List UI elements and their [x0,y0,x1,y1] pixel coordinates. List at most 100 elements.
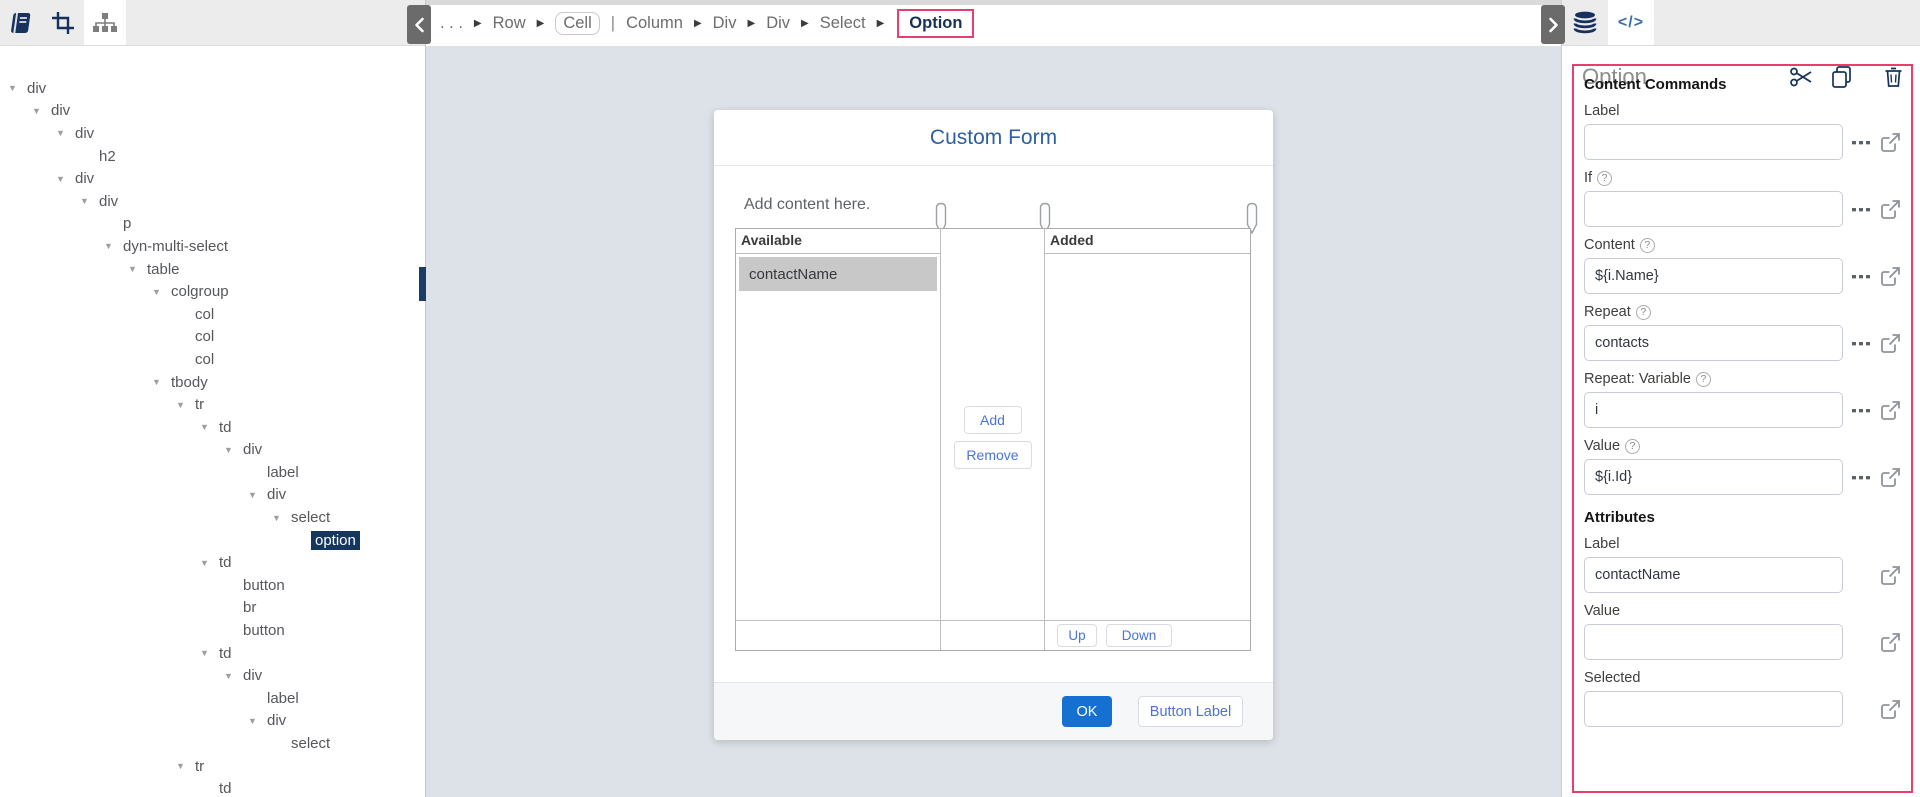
tree-node-div[interactable]: ▼div [0,710,425,733]
tree-node-button[interactable]: ▼button [0,574,425,597]
breadcrumb-item-column[interactable]: Column [626,14,683,33]
value-input[interactable] [1584,459,1843,495]
tree-node-div[interactable]: ▼div [0,122,425,145]
repeat-variable-input[interactable] [1584,392,1843,428]
tree-node-div[interactable]: ▼div [0,484,425,507]
tree-node-option[interactable]: ▼option [0,529,425,552]
tree-node-label[interactable]: ▼label [0,687,425,710]
expand-arrow-icon[interactable]: ▼ [200,422,215,432]
external-link-icon[interactable] [1880,565,1901,586]
tree-node-colgroup[interactable]: ▼colgroup [0,280,425,303]
expand-arrow-icon[interactable]: ▼ [272,513,287,523]
tree-node-table[interactable]: ▼table [0,258,425,281]
tree-node-div[interactable]: ▼div [0,100,425,123]
sitemap-icon[interactable] [84,0,126,45]
external-link-icon[interactable] [1880,400,1901,421]
tree-node-td[interactable]: ▼td [0,551,425,574]
if-input[interactable] [1584,191,1843,227]
crop-icon[interactable] [42,0,84,45]
expand-arrow-icon[interactable]: ▼ [248,716,263,726]
tree-node-button[interactable]: ▼button [0,619,425,642]
expand-arrow-icon[interactable]: ▼ [56,128,71,138]
breadcrumb-item-row[interactable]: Row [493,14,526,33]
tree-node-col[interactable]: ▼col [0,326,425,349]
external-link-icon[interactable] [1880,467,1901,488]
up-button[interactable]: Up [1057,624,1097,647]
expand-arrow-icon[interactable]: ▼ [176,761,191,771]
expand-arrow-icon[interactable]: ▼ [200,648,215,658]
book-icon[interactable] [0,0,42,45]
tree-node-tr[interactable]: ▼tr [0,755,425,778]
tree-node-div[interactable]: ▼div [0,77,425,100]
more-options-icon[interactable] [1852,475,1871,480]
label-input[interactable] [1584,124,1843,160]
tree-node-dyn-multi-select[interactable]: ▼dyn-multi-select [0,235,425,258]
breadcrumb-item-cell[interactable]: Cell [555,12,599,35]
breadcrumb-item-[interactable]: . . . [440,14,463,33]
tree-node-td[interactable]: ▼td [0,416,425,439]
expand-arrow-icon[interactable]: ▼ [32,106,47,116]
more-options-icon[interactable] [1852,341,1871,346]
more-options-icon[interactable] [1852,408,1871,413]
tree-node-div[interactable]: ▼div [0,439,425,462]
more-options-icon[interactable] [1852,207,1871,212]
expand-arrow-icon[interactable]: ▼ [104,241,119,251]
tree-scrollbar-thumb[interactable] [419,267,426,301]
remove-button[interactable]: Remove [954,441,1032,469]
tree-node-select[interactable]: ▼select [0,732,425,755]
breadcrumb-item-div[interactable]: Div [766,14,790,33]
repeat-input[interactable] [1584,325,1843,361]
label-input[interactable] [1584,557,1843,593]
external-link-icon[interactable] [1880,699,1901,720]
down-button[interactable]: Down [1106,624,1172,647]
tree-node-td[interactable]: ▼td [0,777,425,797]
expand-arrow-icon[interactable]: ▼ [224,445,239,455]
add-button[interactable]: Add [964,406,1022,434]
expand-arrow-icon[interactable]: ▼ [152,377,167,387]
help-icon[interactable]: ? [1696,372,1711,387]
tree-node-col[interactable]: ▼col [0,303,425,326]
chevron-right-icon[interactable] [1541,5,1565,44]
external-link-icon[interactable] [1880,132,1901,153]
help-icon[interactable]: ? [1597,171,1612,186]
expand-arrow-icon[interactable]: ▼ [248,490,263,500]
expand-arrow-icon[interactable]: ▼ [200,558,215,568]
content-input[interactable] [1584,258,1843,294]
value-input[interactable] [1584,624,1843,660]
breadcrumb-item-select[interactable]: Select [820,14,866,33]
tree-node-div[interactable]: ▼div [0,664,425,687]
breadcrumb-item-div[interactable]: Div [713,14,737,33]
tree-node-td[interactable]: ▼td [0,642,425,665]
tree-node-br[interactable]: ▼br [0,597,425,620]
selected-input[interactable] [1584,691,1843,727]
tree-node-h2[interactable]: ▼h2 [0,145,425,168]
tree-node-select[interactable]: ▼select [0,506,425,529]
expand-arrow-icon[interactable]: ▼ [224,671,239,681]
help-icon[interactable]: ? [1640,238,1655,253]
help-icon[interactable]: ? [1636,305,1651,320]
expand-arrow-icon[interactable]: ▼ [8,83,23,93]
external-link-icon[interactable] [1880,632,1901,653]
expand-arrow-icon[interactable]: ▼ [128,264,143,274]
expand-arrow-icon[interactable]: ▼ [80,196,95,206]
external-link-icon[interactable] [1880,266,1901,287]
external-link-icon[interactable] [1880,199,1901,220]
button-label-button[interactable]: Button Label [1138,696,1243,727]
expand-arrow-icon[interactable]: ▼ [152,287,167,297]
help-icon[interactable]: ? [1625,439,1640,454]
external-link-icon[interactable] [1880,333,1901,354]
more-options-icon[interactable] [1852,140,1871,145]
code-icon[interactable]: </> [1608,0,1654,45]
tree-node-p[interactable]: ▼p [0,213,425,236]
expand-arrow-icon[interactable]: ▼ [176,400,191,410]
tree-node-col[interactable]: ▼col [0,348,425,371]
more-options-icon[interactable] [1852,274,1871,279]
database-icon[interactable] [1562,0,1608,45]
available-list-item[interactable]: contactName [739,257,937,291]
breadcrumb-item-option[interactable]: Option [897,9,974,38]
expand-arrow-icon[interactable]: ▼ [56,174,71,184]
tree-node-div[interactable]: ▼div [0,167,425,190]
chevron-left-icon[interactable] [407,5,431,44]
ok-button[interactable]: OK [1062,696,1112,727]
tree-node-tbody[interactable]: ▼tbody [0,371,425,394]
